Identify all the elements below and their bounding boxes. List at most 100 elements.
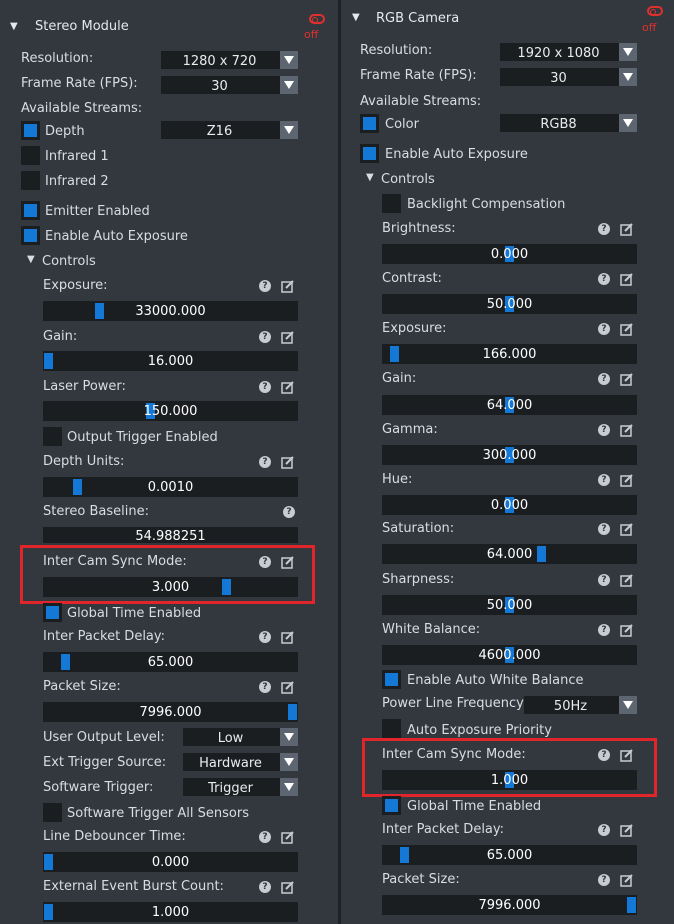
- help-icon[interactable]: ?: [259, 331, 271, 343]
- edit-icon[interactable]: [620, 372, 634, 386]
- infrared1-checkbox[interactable]: [21, 146, 40, 165]
- collapse-triangle-icon[interactable]: ▼: [10, 21, 18, 32]
- emitter-checkbox[interactable]: [21, 201, 40, 220]
- edit-icon[interactable]: [620, 473, 634, 487]
- user-output-select[interactable]: Low: [183, 728, 298, 746]
- controls-label[interactable]: Controls: [381, 172, 435, 187]
- chevron-down-icon[interactable]: [280, 753, 298, 771]
- help-icon[interactable]: ?: [598, 424, 610, 436]
- help-icon[interactable]: ?: [598, 574, 610, 586]
- chevron-down-icon[interactable]: [619, 68, 637, 86]
- brightness-slider[interactable]: 0.000: [382, 244, 637, 264]
- help-icon[interactable]: ?: [598, 474, 610, 486]
- edit-icon[interactable]: [620, 423, 634, 437]
- chevron-down-icon[interactable]: [619, 696, 637, 714]
- auto-wb-checkbox[interactable]: [382, 670, 401, 689]
- gamma-slider[interactable]: 300.000: [382, 445, 637, 465]
- color-format-select[interactable]: RGB8: [500, 114, 637, 132]
- edit-icon[interactable]: [620, 322, 634, 336]
- sharpness-slider[interactable]: 50.000: [382, 595, 637, 615]
- help-icon[interactable]: ?: [598, 323, 610, 335]
- edit-icon[interactable]: [620, 823, 634, 837]
- exposure-slider[interactable]: 166.000: [382, 344, 637, 364]
- auto-exposure-checkbox[interactable]: [360, 144, 379, 163]
- exposure-slider[interactable]: 33000.000: [43, 301, 298, 321]
- packet-delay-slider[interactable]: 65.000: [382, 845, 637, 865]
- edit-icon[interactable]: [620, 222, 634, 236]
- chevron-down-icon[interactable]: [280, 51, 298, 69]
- chevron-down-icon[interactable]: [619, 43, 637, 61]
- depth-format-select[interactable]: Z16: [161, 121, 298, 139]
- stereo-module-header[interactable]: ▼ Stereo Module off: [0, 0, 338, 41]
- help-icon[interactable]: ?: [598, 624, 610, 636]
- gain-slider[interactable]: 16.000: [43, 351, 298, 371]
- auto-exposure-checkbox[interactable]: [21, 226, 40, 245]
- edit-icon[interactable]: [281, 630, 295, 644]
- resolution-select[interactable]: 1920 x 1080: [500, 43, 637, 61]
- help-icon[interactable]: ?: [259, 831, 271, 843]
- chevron-down-icon[interactable]: [280, 121, 298, 139]
- hue-slider[interactable]: 0.000: [382, 495, 637, 515]
- edit-icon[interactable]: [281, 880, 295, 894]
- ext-trigger-select[interactable]: Hardware: [183, 753, 298, 771]
- laser-power-slider[interactable]: 150.000: [43, 401, 298, 421]
- edit-icon[interactable]: [620, 522, 634, 536]
- depth-checkbox[interactable]: [21, 121, 40, 140]
- help-icon[interactable]: ?: [259, 881, 271, 893]
- help-icon[interactable]: ?: [259, 280, 271, 292]
- collapse-triangle-icon[interactable]: ▼: [352, 12, 360, 23]
- controls-label[interactable]: Controls: [42, 254, 96, 269]
- burst-count-slider[interactable]: 1.000: [43, 902, 298, 922]
- help-icon[interactable]: ?: [259, 456, 271, 468]
- contrast-slider[interactable]: 50.000: [382, 294, 637, 314]
- saturation-slider[interactable]: 64.000: [382, 544, 637, 564]
- controls-triangle-icon[interactable]: ▼: [27, 254, 35, 265]
- edit-icon[interactable]: [620, 272, 634, 286]
- backlight-checkbox[interactable]: [382, 194, 401, 213]
- depth-units-slider[interactable]: 0.0010: [43, 477, 298, 497]
- rgb-power-toggle-icon[interactable]: [647, 6, 663, 16]
- help-icon[interactable]: ?: [598, 824, 610, 836]
- chevron-down-icon[interactable]: [619, 114, 637, 132]
- fps-select[interactable]: 30: [161, 76, 298, 94]
- help-icon[interactable]: ?: [598, 273, 610, 285]
- packet-size-slider[interactable]: 7996.000: [43, 702, 298, 722]
- packet-delay-slider[interactable]: 65.000: [43, 652, 298, 672]
- gain-slider[interactable]: 64.000: [382, 395, 637, 415]
- rgb-camera-header[interactable]: ▼ RGB Camera off: [341, 0, 674, 38]
- edit-icon[interactable]: [620, 873, 634, 887]
- help-icon[interactable]: ?: [598, 223, 610, 235]
- chevron-down-icon[interactable]: [280, 728, 298, 746]
- resolution-select[interactable]: 1280 x 720: [161, 51, 298, 69]
- global-time-checkbox[interactable]: [43, 603, 62, 622]
- edit-icon[interactable]: [620, 573, 634, 587]
- chevron-down-icon[interactable]: [280, 76, 298, 94]
- edit-icon[interactable]: [281, 330, 295, 344]
- help-icon[interactable]: ?: [598, 373, 610, 385]
- edit-icon[interactable]: [281, 830, 295, 844]
- power-line-select[interactable]: 50Hz: [524, 696, 637, 714]
- sw-trigger-select[interactable]: Trigger: [183, 778, 298, 796]
- chevron-down-icon[interactable]: [280, 778, 298, 796]
- white-balance-slider[interactable]: 4600.000: [382, 645, 637, 665]
- fps-select[interactable]: 30: [500, 68, 637, 86]
- help-icon[interactable]: ?: [259, 631, 271, 643]
- global-time-checkbox[interactable]: [382, 796, 401, 815]
- edit-icon[interactable]: [281, 279, 295, 293]
- help-icon[interactable]: ?: [598, 874, 610, 886]
- help-icon[interactable]: ?: [259, 381, 271, 393]
- help-icon[interactable]: ?: [283, 506, 295, 518]
- help-icon[interactable]: ?: [598, 523, 610, 535]
- infrared2-checkbox[interactable]: [21, 171, 40, 190]
- output-trigger-checkbox[interactable]: [43, 427, 62, 446]
- packet-size-slider[interactable]: 7996.000: [382, 895, 637, 915]
- edit-icon[interactable]: [281, 380, 295, 394]
- controls-triangle-icon[interactable]: ▼: [366, 172, 374, 183]
- color-checkbox[interactable]: [360, 114, 379, 133]
- edit-icon[interactable]: [281, 455, 295, 469]
- debouncer-slider[interactable]: 0.000: [43, 852, 298, 872]
- sw-trigger-all-checkbox[interactable]: [43, 803, 62, 822]
- ae-priority-checkbox[interactable]: [382, 719, 401, 738]
- edit-icon[interactable]: [620, 623, 634, 637]
- edit-icon[interactable]: [281, 680, 295, 694]
